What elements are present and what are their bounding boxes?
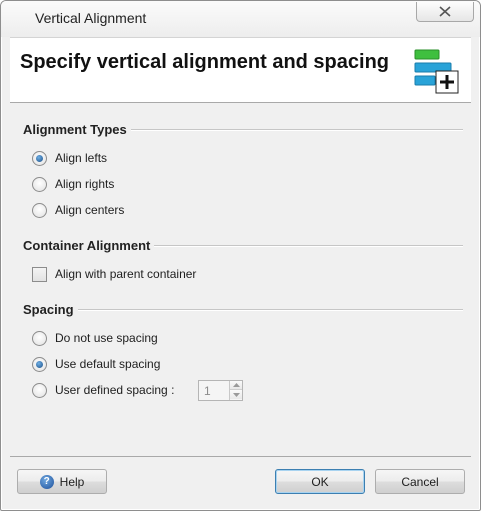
spacing-divider [23, 309, 463, 311]
align-lefts-label: Align lefts [55, 151, 108, 165]
no-spacing-option[interactable]: Do not use spacing [32, 329, 158, 347]
ok-button-label: OK [311, 474, 329, 489]
help-button[interactable]: ? Help [17, 469, 107, 494]
help-icon: ? [39, 474, 54, 489]
default-spacing-radio[interactable] [32, 356, 47, 372]
no-spacing-label: Do not use spacing [55, 331, 158, 345]
vertical-align-icon [414, 49, 459, 94]
container-alignment-title: Container Alignment [23, 238, 155, 253]
close-icon [439, 6, 451, 17]
spin-down-button[interactable] [230, 390, 242, 399]
align-rights-option[interactable]: Align rights [32, 175, 114, 193]
align-centers-option[interactable]: Align centers [32, 201, 124, 219]
align-parent-checkbox[interactable] [32, 266, 47, 282]
spinner-buttons [229, 381, 242, 400]
default-spacing-option[interactable]: Use default spacing [32, 355, 160, 373]
window-title: Vertical Alignment [35, 10, 147, 26]
arrow-up-icon [232, 383, 240, 387]
align-parent-option[interactable]: Align with parent container [32, 265, 196, 283]
alignment-types-title: Alignment Types [23, 122, 131, 137]
title-bar: Vertical Alignment [1, 1, 480, 37]
dialog-window: Vertical Alignment Specify vertical alig… [0, 0, 481, 511]
no-spacing-radio[interactable] [32, 330, 47, 346]
cancel-button[interactable]: Cancel [375, 469, 465, 494]
align-centers-label: Align centers [55, 203, 125, 217]
align-lefts-radio[interactable] [32, 150, 47, 166]
dialog-footer: ? Help OK Cancel [10, 456, 471, 503]
align-parent-label: Align with parent container [55, 267, 197, 281]
align-lefts-option[interactable]: Align lefts [32, 149, 107, 167]
arrow-down-icon [232, 392, 240, 397]
spacing-value[interactable]: 1 [204, 384, 211, 398]
default-spacing-label: Use default spacing [55, 357, 161, 371]
dialog-header: Specify vertical alignment and spacing [10, 37, 471, 103]
close-button[interactable] [416, 2, 474, 22]
cancel-button-label: Cancel [401, 474, 439, 489]
help-button-label: Help [59, 474, 85, 489]
header-title: Specify vertical alignment and spacing [20, 51, 390, 73]
dialog-body: Alignment Types Align lefts Align rights… [10, 103, 471, 456]
spacing-spinner[interactable]: 1 [198, 380, 243, 401]
user-spacing-label: User defined spacing : [55, 383, 175, 397]
user-spacing-option[interactable]: User defined spacing : [32, 381, 174, 399]
user-spacing-radio[interactable] [32, 382, 47, 398]
ok-button[interactable]: OK [275, 469, 365, 494]
align-rights-label: Align rights [55, 177, 115, 191]
spacing-title: Spacing [23, 302, 78, 317]
align-rights-radio[interactable] [32, 176, 47, 192]
align-centers-radio[interactable] [32, 202, 47, 218]
spin-up-button[interactable] [230, 381, 242, 390]
